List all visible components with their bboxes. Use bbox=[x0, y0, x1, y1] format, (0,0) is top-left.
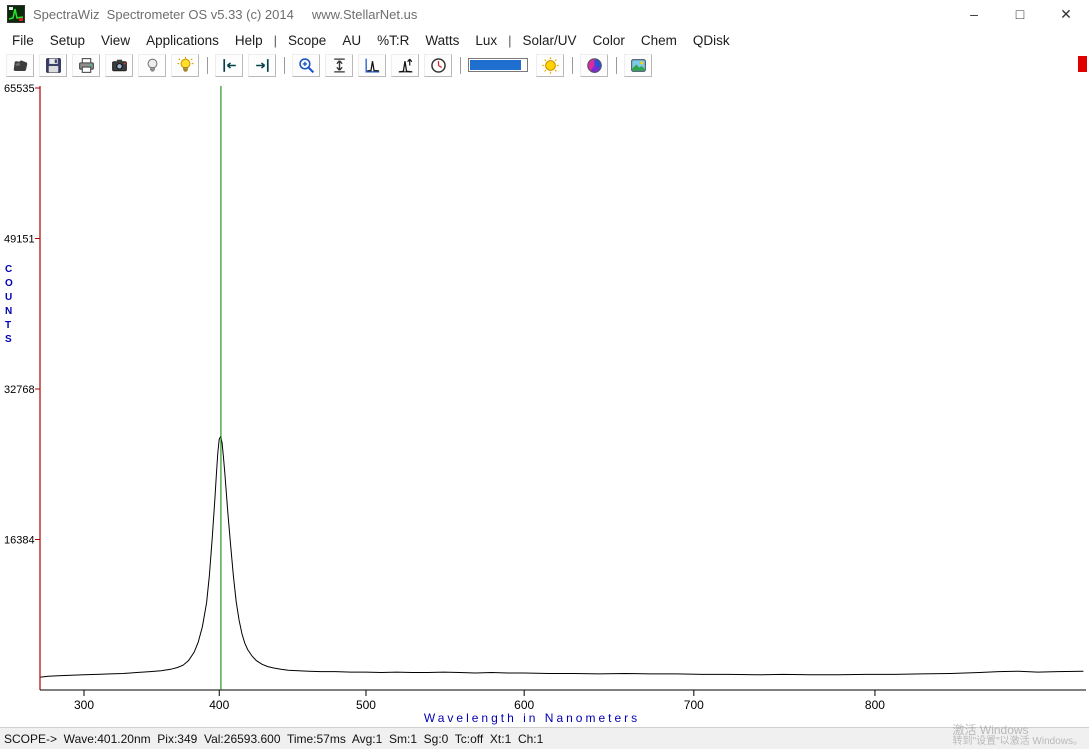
x-tick-label: 700 bbox=[684, 698, 704, 712]
integration-time-button[interactable] bbox=[424, 54, 452, 77]
menu-item-chem[interactable]: Chem bbox=[633, 31, 685, 50]
toolbar-separator bbox=[460, 57, 461, 74]
autoscale-icon bbox=[330, 56, 349, 75]
camera-icon bbox=[110, 56, 129, 75]
menu-item-watts[interactable]: Watts bbox=[417, 31, 467, 50]
menu-item-file[interactable]: File bbox=[4, 31, 42, 50]
dark-reference-button[interactable] bbox=[138, 54, 166, 77]
print-button[interactable] bbox=[72, 54, 100, 77]
y-axis-title-letter: N bbox=[5, 306, 12, 317]
light-bulb-icon bbox=[176, 56, 195, 75]
color-wheel-icon bbox=[585, 56, 604, 75]
menu-separator: | bbox=[505, 33, 514, 48]
zoom-in-icon bbox=[297, 56, 316, 75]
shift-right-icon bbox=[253, 56, 272, 75]
x-tick-label: 400 bbox=[209, 698, 229, 712]
image-icon bbox=[629, 56, 648, 75]
status-bar: SCOPE-> Wave:401.20nm Pix:349 Val:26593.… bbox=[0, 727, 1089, 749]
minimize-button[interactable]: – bbox=[951, 0, 997, 28]
x-axis-title: Wavelength in Nanometers bbox=[424, 711, 640, 725]
menu-item-lux[interactable]: Lux bbox=[467, 31, 505, 50]
sun-icon bbox=[541, 56, 560, 75]
maximize-button[interactable]: □ bbox=[997, 0, 1043, 28]
y-axis-title-letter: T bbox=[5, 320, 11, 331]
camera-button[interactable] bbox=[105, 54, 133, 77]
toolbar-separator bbox=[616, 57, 617, 74]
menu-bar: FileSetupViewApplicationsHelp|ScopeAU%T:… bbox=[0, 28, 1089, 52]
menu-item-view[interactable]: View bbox=[93, 31, 138, 50]
window-controls: – □ ✕ bbox=[951, 0, 1089, 28]
signal-progress-fill bbox=[470, 60, 521, 70]
image-button[interactable] bbox=[624, 54, 652, 77]
shift-left-button[interactable] bbox=[215, 54, 243, 77]
y-axis-title-letter: S bbox=[5, 334, 12, 345]
y-axis-title-letter: O bbox=[5, 278, 13, 289]
print-icon bbox=[77, 56, 96, 75]
y-tick-label: 49151 bbox=[4, 234, 35, 246]
toolbar-right-red-marker bbox=[1078, 56, 1087, 72]
menu-item-scope[interactable]: Scope bbox=[280, 31, 334, 50]
shift-left-icon bbox=[220, 56, 239, 75]
autoscale-button[interactable] bbox=[325, 54, 353, 77]
x-tick-label: 800 bbox=[865, 698, 885, 712]
toolbar bbox=[0, 52, 1089, 78]
y-tick-label: 32768 bbox=[4, 384, 35, 396]
open-file-button[interactable] bbox=[6, 54, 34, 77]
menu-item-help[interactable]: Help bbox=[227, 31, 271, 50]
menu-item--t-r[interactable]: %T:R bbox=[369, 31, 417, 50]
menu-separator: | bbox=[271, 33, 280, 48]
toolbar-separator bbox=[284, 57, 285, 74]
menu-item-solar-uv[interactable]: Solar/UV bbox=[515, 31, 585, 50]
sun-button[interactable] bbox=[536, 54, 564, 77]
save-button[interactable] bbox=[39, 54, 67, 77]
window-title: SpectraWiz Spectrometer OS v5.33 (c) 201… bbox=[33, 7, 417, 22]
toolbar-separator bbox=[572, 57, 573, 74]
menu-item-qdisk[interactable]: QDisk bbox=[685, 31, 738, 50]
x-tick-label: 600 bbox=[514, 698, 534, 712]
y-tick-label: 16384 bbox=[4, 534, 35, 546]
peak-hold-icon bbox=[396, 56, 415, 75]
app-icon bbox=[7, 5, 25, 23]
close-button[interactable]: ✕ bbox=[1043, 0, 1089, 28]
light-reference-button[interactable] bbox=[171, 54, 199, 77]
x-tick-label: 300 bbox=[74, 698, 94, 712]
menu-item-color[interactable]: Color bbox=[585, 31, 633, 50]
overlay-spectrum-button[interactable] bbox=[358, 54, 386, 77]
title-bar: SpectraWiz Spectrometer OS v5.33 (c) 201… bbox=[0, 0, 1089, 28]
save-icon bbox=[44, 56, 63, 75]
timer-clock-icon bbox=[429, 56, 448, 75]
spectrum-chart-area: 65535 49151 32768 16384 300 400 500 600 700 800 CO… bbox=[0, 78, 1089, 727]
dark-bulb-icon bbox=[143, 56, 162, 75]
x-tick-label: 500 bbox=[356, 698, 376, 712]
toolbar-separator bbox=[207, 57, 208, 74]
overlay-spectrum-icon bbox=[363, 56, 382, 75]
zoom-in-button[interactable] bbox=[292, 54, 320, 77]
menu-item-applications[interactable]: Applications bbox=[138, 31, 227, 50]
menu-item-setup[interactable]: Setup bbox=[42, 31, 93, 50]
y-axis-title-letter: C bbox=[5, 264, 12, 275]
color-wheel-button[interactable] bbox=[580, 54, 608, 77]
spectrum-chart[interactable]: 65535 49151 32768 16384 300 400 500 600 700 800 CO… bbox=[0, 78, 1089, 727]
signal-progress-bar bbox=[468, 58, 528, 72]
status-readout: SCOPE-> Wave:401.20nm Pix:349 Val:26593.… bbox=[0, 732, 543, 746]
shift-right-button[interactable] bbox=[248, 54, 276, 77]
y-axis-title-letter: U bbox=[5, 292, 12, 303]
y-tick-label: 65535 bbox=[4, 83, 35, 95]
menu-item-au[interactable]: AU bbox=[334, 31, 369, 50]
open-file-icon bbox=[11, 56, 30, 75]
spectrum-trace bbox=[41, 437, 1084, 678]
peak-hold-button[interactable] bbox=[391, 54, 419, 77]
